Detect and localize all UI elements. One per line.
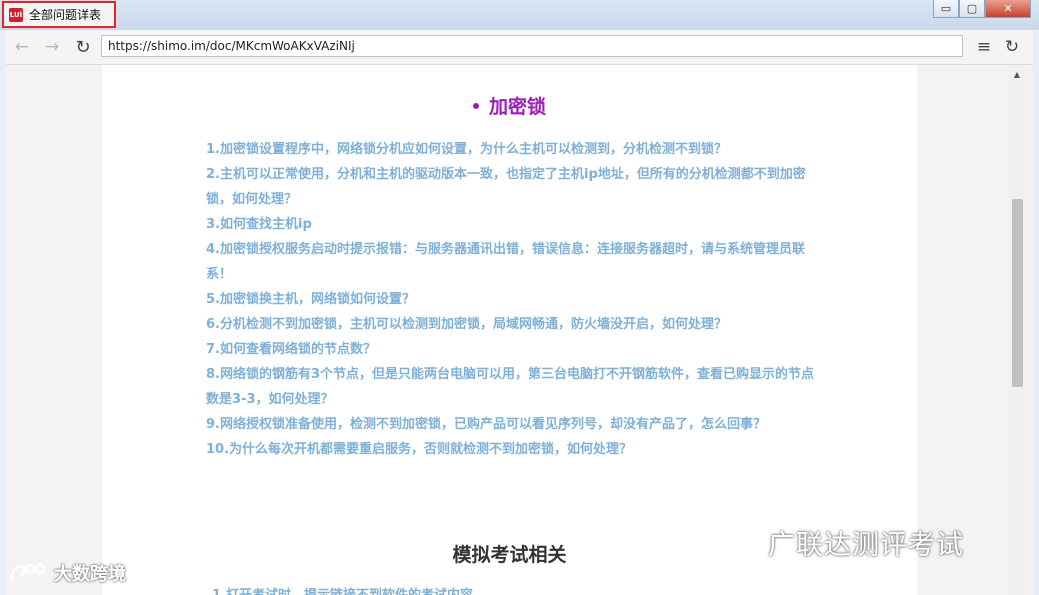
question-link[interactable]: 5.加密锁换主机，网络锁如何设置？ xyxy=(206,287,826,312)
back-arrow-icon[interactable]: ← xyxy=(11,37,33,57)
minimize-button[interactable]: ▭ xyxy=(933,0,959,18)
forward-arrow-icon[interactable]: → xyxy=(41,37,63,57)
site-favicon-icon: LUİ xyxy=(9,7,23,22)
question-link[interactable]: 10.为什么每次开机都需要重启服务，否则就检测不到加密锁，如何处理？ xyxy=(206,437,826,462)
question-link[interactable]: 2.主机可以正常使用，分机和主机的驱动版本一致，也指定了主机ip地址，但所有的分… xyxy=(206,162,826,212)
question-link[interactable]: 7.如何查看网络锁的节点数？ xyxy=(206,337,826,362)
scroll-up-arrow-icon[interactable]: ▲ xyxy=(1009,68,1025,82)
question-link[interactable]: 4.加密锁授权服务启动时提示报错：与服务器通讯出错，错误信息：连接服务器超时，请… xyxy=(206,237,826,287)
reload-icon[interactable]: ↻ xyxy=(1002,37,1022,57)
bullet-icon xyxy=(472,102,479,109)
question-link[interactable]: 6.分机检测不到加密锁，主机可以检测到加密锁，局域网畅通，防火墙没开启，如何处理… xyxy=(206,312,826,337)
watermark-left-text: 大数跨境 xyxy=(54,564,126,585)
window-controls: ▭ ▢ ✕ xyxy=(933,0,1031,20)
wechat-icon xyxy=(706,524,759,561)
tab-title: 全部问题详表 xyxy=(29,8,102,22)
question-list: 1.加密锁设置程序中，网络锁分机应如何设置，为什么主机可以检测到，分机检测不到锁… xyxy=(206,137,826,462)
question-link[interactable]: 9.网络授权锁准备使用，检测不到加密锁，已购产品可以看见序列号，却没有产品了，怎… xyxy=(206,412,826,437)
question-link[interactable]: 3.如何查找主机ip xyxy=(206,212,826,237)
menu-icon[interactable]: ≡ xyxy=(975,37,993,57)
watermark-right: 广联达测评考试 xyxy=(704,522,964,562)
maximize-button[interactable]: ▢ xyxy=(959,0,985,18)
vertical-scrollbar[interactable]: ▲ xyxy=(1009,65,1025,595)
close-button[interactable]: ✕ xyxy=(985,0,1031,18)
document-page: 加密锁 1.加密锁设置程序中，网络锁分机应如何设置，为什么主机可以检测到，分机检… xyxy=(102,65,917,595)
active-tab[interactable]: LUİ 全部问题详表 xyxy=(2,1,116,28)
question-link-partial[interactable]: 1.打开考试时，提示链接不到软件的考试内容 xyxy=(212,587,672,595)
browser-toolbar: ← → ↻ https://shimo.im/doc/MKcmWoAKxVAzi… xyxy=(6,30,1033,65)
section-heading-encryption-lock: 加密锁 xyxy=(102,92,917,119)
title-bar: LUİ 全部问题详表 ▭ ▢ ✕ xyxy=(0,0,1039,30)
refresh-icon[interactable]: ↻ xyxy=(72,37,94,58)
section-heading-text: 加密锁 xyxy=(488,96,546,118)
watermark-left: 大数跨境 xyxy=(8,560,126,586)
question-link[interactable]: 1.加密锁设置程序中，网络锁分机应如何设置，为什么主机可以检测到，分机检测不到锁… xyxy=(206,137,826,162)
scroll-thumb[interactable] xyxy=(1012,199,1023,387)
page-viewport: 加密锁 1.加密锁设置程序中，网络锁分机应如何设置，为什么主机可以检测到，分机检… xyxy=(6,65,1033,595)
watermark-right-text: 广联达测评考试 xyxy=(768,529,964,561)
address-bar[interactable]: https://shimo.im/doc/MKcmWoAKxVAziNIj xyxy=(101,35,963,57)
browser-window: LUİ 全部问题详表 ▭ ▢ ✕ ← → ↻ https://shimo.im/… xyxy=(0,0,1039,595)
question-link[interactable]: 8.网络锁的钢筋有3个节点，但是只能两台电脑可以用，第三台电脑打不开钢筋软件，查… xyxy=(206,362,826,412)
watermark-logo-icon xyxy=(10,563,46,582)
